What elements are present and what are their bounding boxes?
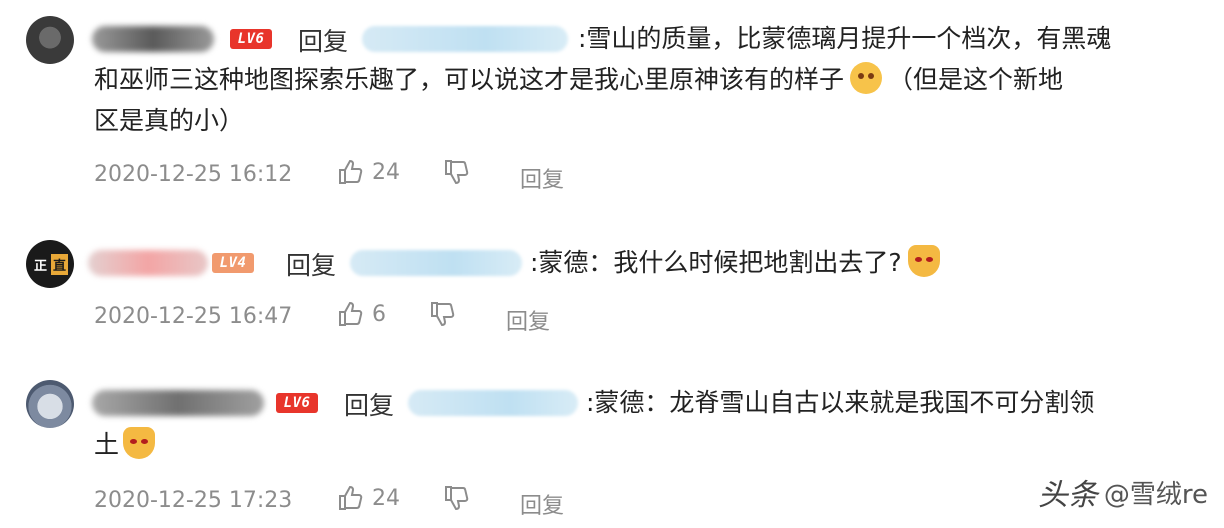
watermark-logo: 头条 xyxy=(1037,478,1098,513)
like-count: 6 xyxy=(372,301,386,327)
dislike-button[interactable] xyxy=(428,300,456,328)
thumbs-down-icon xyxy=(445,160,469,185)
avatar-tag-char: 直 xyxy=(51,253,69,275)
thumbs-up-icon xyxy=(339,485,363,510)
user-avatar[interactable] xyxy=(26,380,74,428)
thinking-face-icon xyxy=(850,62,883,94)
comment-text-line: 区是真的小） xyxy=(94,106,245,135)
comment-text-line: :蒙德：我什么时候把地割出去了? xyxy=(530,248,902,277)
comment-text-line: （但是这个新地 xyxy=(888,65,1064,94)
like-button[interactable]: 24 xyxy=(336,158,400,186)
avatar-tag: 正 直 xyxy=(32,253,69,275)
comment-text-line: 土 xyxy=(94,430,120,459)
reply-keyword: 回复 xyxy=(286,251,337,280)
like-count: 24 xyxy=(372,485,400,511)
comment-text: 土 xyxy=(94,424,394,465)
reply-keyword: 回复 xyxy=(298,27,349,56)
cat-face-icon xyxy=(907,245,940,277)
reply-button[interactable]: 回复 xyxy=(520,488,564,520)
thumbs-up-icon xyxy=(339,159,363,184)
reply-target-obscured[interactable] xyxy=(362,26,568,52)
user-avatar[interactable] xyxy=(26,16,74,64)
reply-target-obscured[interactable] xyxy=(350,250,522,276)
user-avatar[interactable]: 正 直 xyxy=(26,240,74,288)
dislike-button[interactable] xyxy=(442,484,470,512)
cat-face-icon xyxy=(123,427,156,459)
comment-text: 和巫师三这种地图探索乐趣了，可以说这才是我心里原神该有的样子 （但是这个新地 xyxy=(94,59,1214,100)
reply-keyword: 回复 xyxy=(344,391,395,420)
comment-timestamp: 2020-12-25 16:47 xyxy=(94,304,293,329)
like-button[interactable]: 24 xyxy=(336,484,400,512)
comment-text-line: :雪山的质量，比蒙德璃月提升一个档次，有黑魂 xyxy=(578,24,1112,53)
thumbs-up-icon xyxy=(339,301,363,326)
like-button[interactable]: 6 xyxy=(336,300,386,328)
dislike-button[interactable] xyxy=(442,158,470,186)
watermark: 头条 @雪绒re xyxy=(1038,470,1208,514)
comment-text: 区是真的小） xyxy=(94,100,694,141)
avatar-tag-char: 正 xyxy=(33,258,47,274)
comment-text: :蒙德：我什么时候把地割出去了? xyxy=(530,242,1190,283)
comment-text: :雪山的质量，比蒙德璃月提升一个档次，有黑魂 xyxy=(578,18,1198,59)
username-obscured[interactable] xyxy=(92,390,264,416)
comment-text-line: 和巫师三这种地图探索乐趣了，可以说这才是我心里原神该有的样子 xyxy=(94,65,845,94)
like-count: 24 xyxy=(372,159,400,185)
comment-timestamp: 2020-12-25 17:23 xyxy=(94,488,293,513)
thumbs-down-icon xyxy=(445,486,469,511)
comment-text: :蒙德：龙脊雪山自古以来就是我国不可分割领 xyxy=(586,382,1206,423)
watermark-text: @雪绒re xyxy=(1103,479,1208,510)
thumbs-down-icon xyxy=(431,302,455,327)
comment-text-line: :蒙德：龙脊雪山自古以来就是我国不可分割领 xyxy=(586,388,1095,417)
reply-button[interactable]: 回复 xyxy=(506,304,550,336)
reply-button[interactable]: 回复 xyxy=(520,162,564,194)
comment-timestamp: 2020-12-25 16:12 xyxy=(94,162,293,187)
username-obscured[interactable] xyxy=(92,26,214,52)
level-badge: LV6 xyxy=(276,393,318,413)
level-badge: LV6 xyxy=(230,29,272,49)
username-obscured[interactable] xyxy=(88,250,208,276)
reply-target-obscured[interactable] xyxy=(408,390,578,416)
level-badge: LV4 xyxy=(212,253,254,273)
